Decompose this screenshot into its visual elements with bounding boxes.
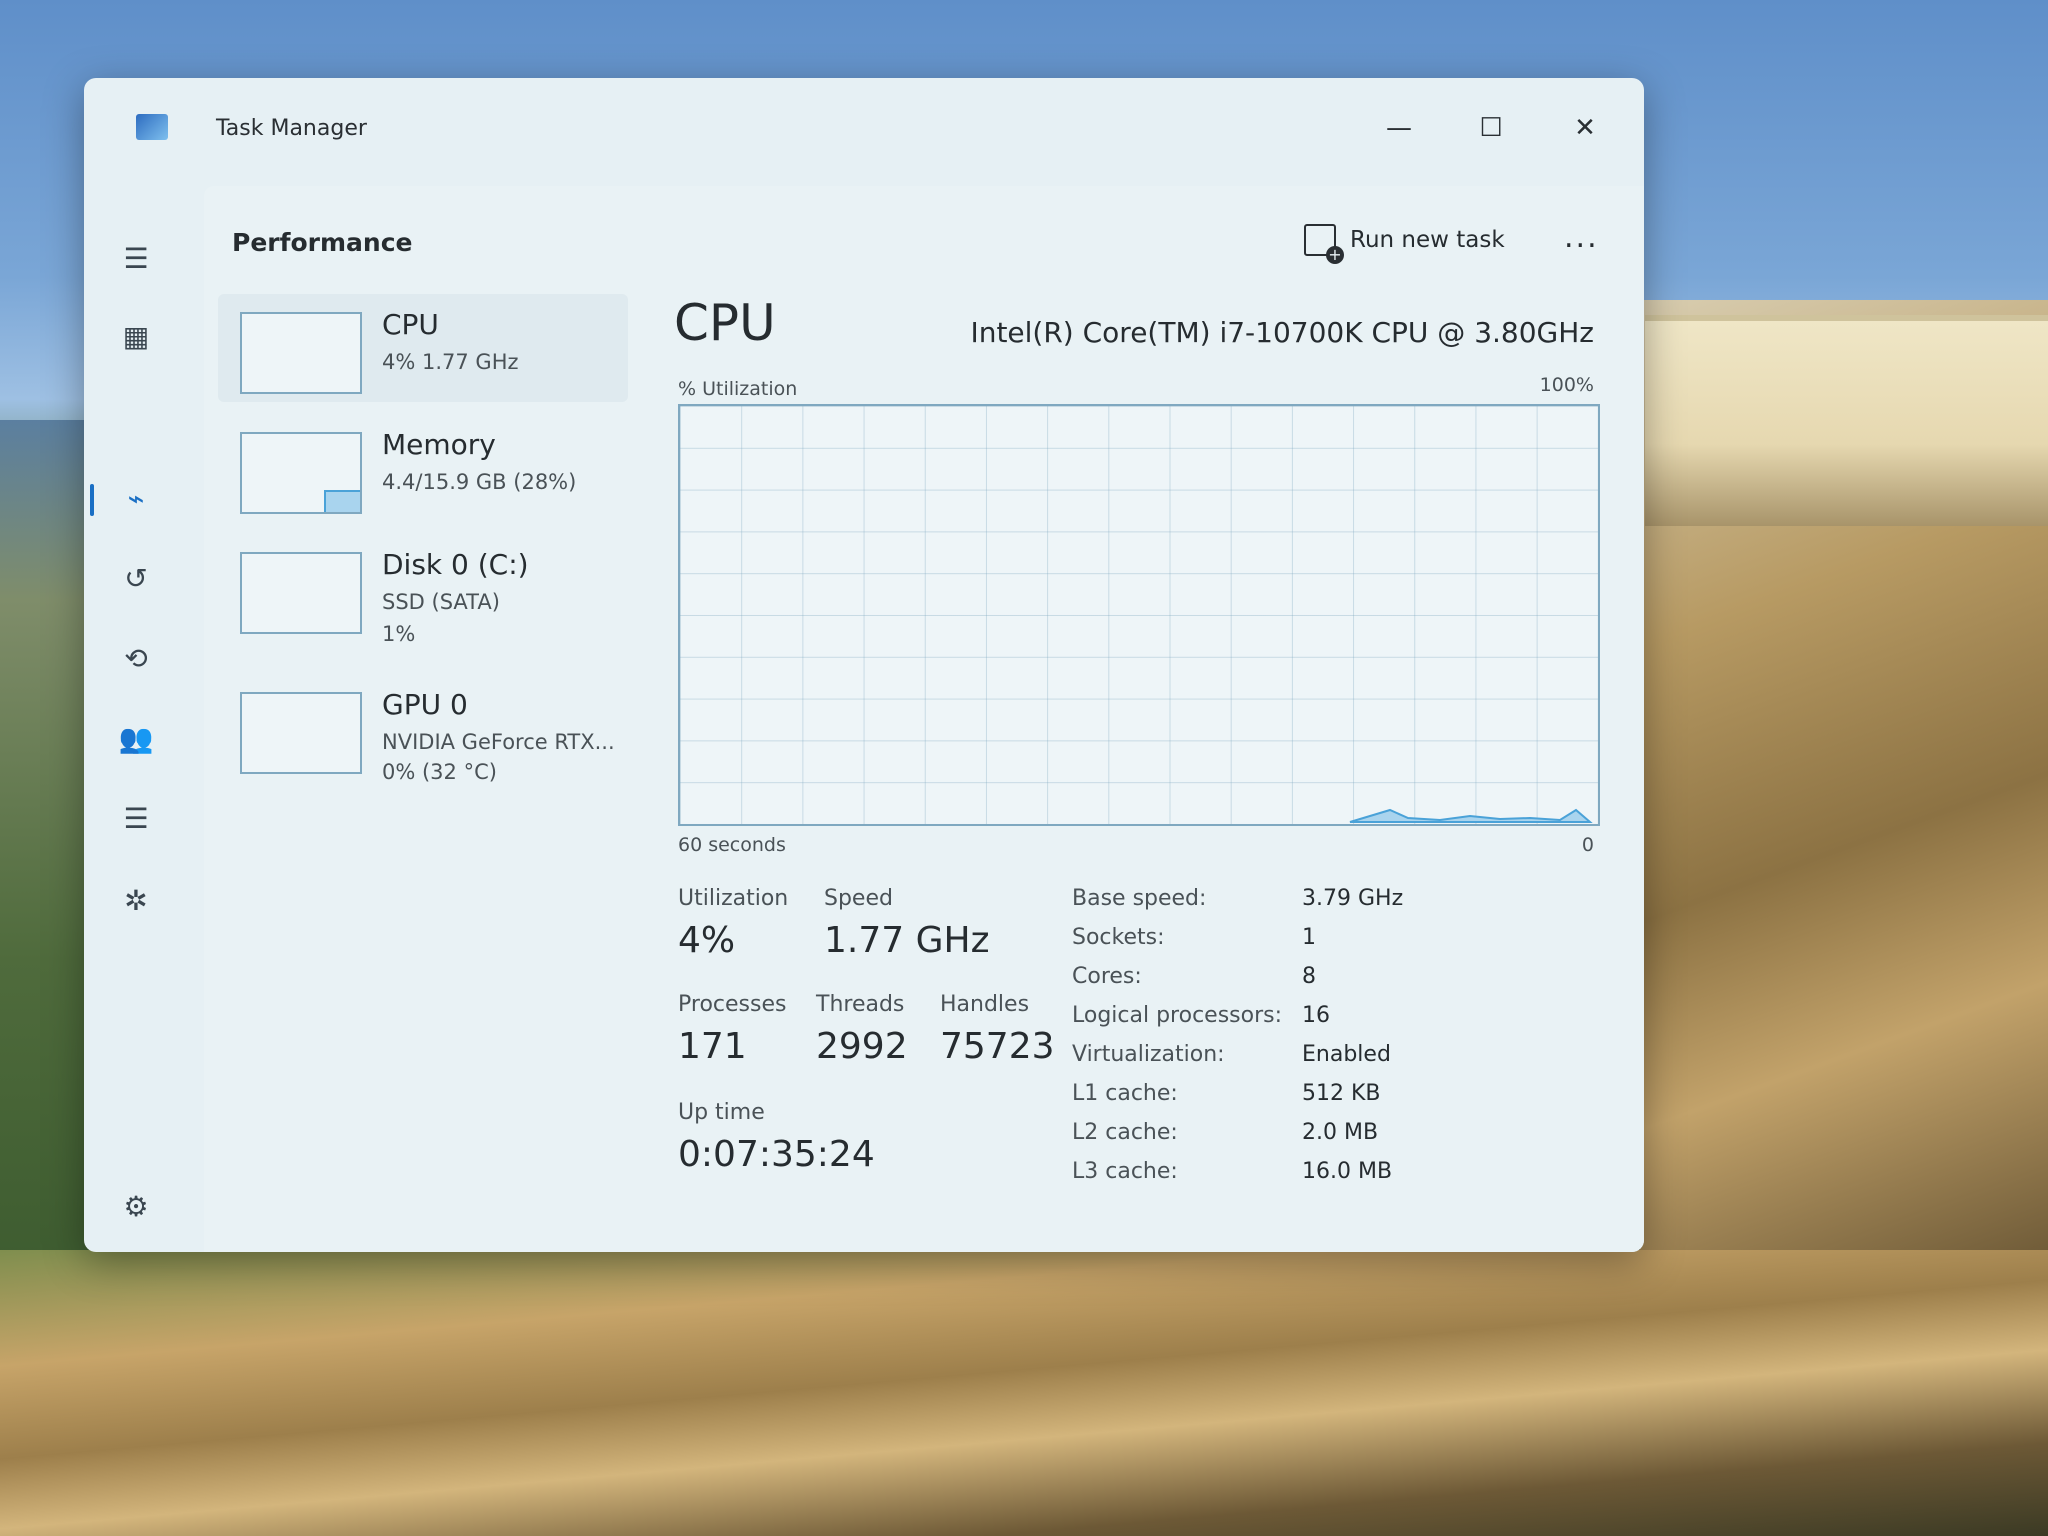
device-detail: NVIDIA GeForce RTX... [382,730,615,754]
startup-apps-icon[interactable]: ⟲ [108,630,164,686]
services-icon[interactable]: ✲ [108,872,164,928]
utilization-label: Utilization [678,886,789,911]
spec-value: 1 [1302,925,1316,950]
device-item-gpu[interactable]: GPU 0 NVIDIA GeForce RTX... 0% (32 °C) [218,674,628,784]
threads-label: Threads [816,992,905,1017]
task-manager-app-icon [136,114,168,140]
users-icon[interactable]: 👥 [108,710,164,766]
window-title: Task Manager [216,116,367,141]
spec-value: 512 KB [1302,1081,1381,1106]
page-title: Performance [232,228,413,257]
cpu-thumbnail-graph [240,312,362,394]
task-manager-window: Task Manager — ☐ ✕ ☰ ▦ ⌁ ↺ ⟲ 👥 ☰ ✲ ⚙ Per… [84,78,1644,1252]
graph-time-span: 60 seconds [678,834,786,856]
performance-icon[interactable]: ⌁ [108,470,164,526]
spec-label: Sockets: [1072,925,1165,950]
device-item-memory[interactable]: Memory 4.4/15.9 GB (28%) [218,414,628,522]
graph-max-label: 100% [1539,374,1594,396]
cpu-model-name: Intel(R) Core(TM) i7-10700K CPU @ 3.80GH… [970,316,1594,349]
speed-label: Speed [824,886,893,911]
spec-value: 2.0 MB [1302,1120,1379,1145]
run-new-task-icon [1304,224,1344,264]
uptime-label: Up time [678,1100,765,1125]
maximize-button[interactable]: ☐ [1456,98,1526,158]
processes-value: 171 [678,1026,747,1067]
utilization-line [1349,808,1593,823]
device-name: Memory [382,428,496,461]
disk-thumbnail-graph [240,552,362,634]
spec-label: Logical processors: [1072,1003,1283,1028]
device-name: CPU [382,308,439,341]
memory-usage-fill [324,490,360,512]
gpu-thumbnail-graph [240,692,362,774]
device-usage: 1% [382,622,416,646]
navigation-rail: ☰ ▦ ⌁ ↺ ⟲ 👥 ☰ ✲ ⚙ [84,178,194,1252]
hamburger-menu-icon[interactable]: ☰ [108,230,164,286]
graph-min-label: 0 [1581,834,1594,856]
processes-label: Processes [678,992,787,1017]
settings-icon[interactable]: ⚙ [108,1178,164,1234]
memory-thumbnail-graph [240,432,362,514]
desktop-wallpaper-rocks [0,1250,2048,1536]
title-bar[interactable]: Task Manager — ☐ ✕ [84,78,1644,178]
utilization-value: 4% [678,920,736,961]
cpu-detail-panel: CPU Intel(R) Core(TM) i7-10700K CPU @ 3.… [674,294,1624,1244]
nav-active-indicator [90,484,94,516]
close-button[interactable]: ✕ [1550,98,1620,158]
run-new-task-button[interactable]: Run new task [1304,212,1505,268]
handles-label: Handles [940,992,1030,1017]
threads-value: 2992 [816,1026,908,1067]
cpu-utilization-graph [678,404,1600,826]
graph-y-label: % Utilization [678,378,798,400]
device-item-disk[interactable]: Disk 0 (C:) SSD (SATA) 1% [218,534,628,646]
app-history-icon[interactable]: ↺ [108,550,164,606]
spec-value: 16.0 MB [1302,1159,1393,1184]
device-detail: 4.4/15.9 GB (28%) [382,470,577,494]
processes-icon[interactable]: ▦ [108,308,164,364]
spec-value: 3.79 GHz [1302,886,1404,911]
spec-value: 16 [1302,1003,1330,1028]
spec-label: Cores: [1072,964,1142,989]
speed-value: 1.77 GHz [824,920,990,961]
device-usage: 0% (32 °C) [382,760,497,784]
handles-value: 75723 [940,1026,1055,1067]
more-options-button[interactable]: ... [1564,220,1599,255]
performance-page: Performance Run new task ... CPU 4% 1.77… [204,186,1644,1252]
spec-label: L2 cache: [1072,1120,1178,1145]
spec-label: Base speed: [1072,886,1207,911]
run-new-task-label: Run new task [1350,227,1505,253]
spec-value: 8 [1302,964,1316,989]
uptime-value: 0:07:35:24 [678,1134,875,1175]
spec-label: L1 cache: [1072,1081,1178,1106]
device-detail: 4% 1.77 GHz [382,350,519,374]
spec-label: L3 cache: [1072,1159,1178,1184]
device-name: GPU 0 [382,688,468,721]
desktop-wallpaper-building [1645,315,2048,526]
device-detail: SSD (SATA) [382,590,500,614]
detail-heading: CPU [674,294,776,352]
minimize-button[interactable]: — [1364,98,1434,158]
spec-label: Virtualization: [1072,1042,1225,1067]
spec-value: Enabled [1302,1042,1391,1067]
details-icon[interactable]: ☰ [108,790,164,846]
device-item-cpu[interactable]: CPU 4% 1.77 GHz [218,294,628,402]
device-name: Disk 0 (C:) [382,548,529,581]
